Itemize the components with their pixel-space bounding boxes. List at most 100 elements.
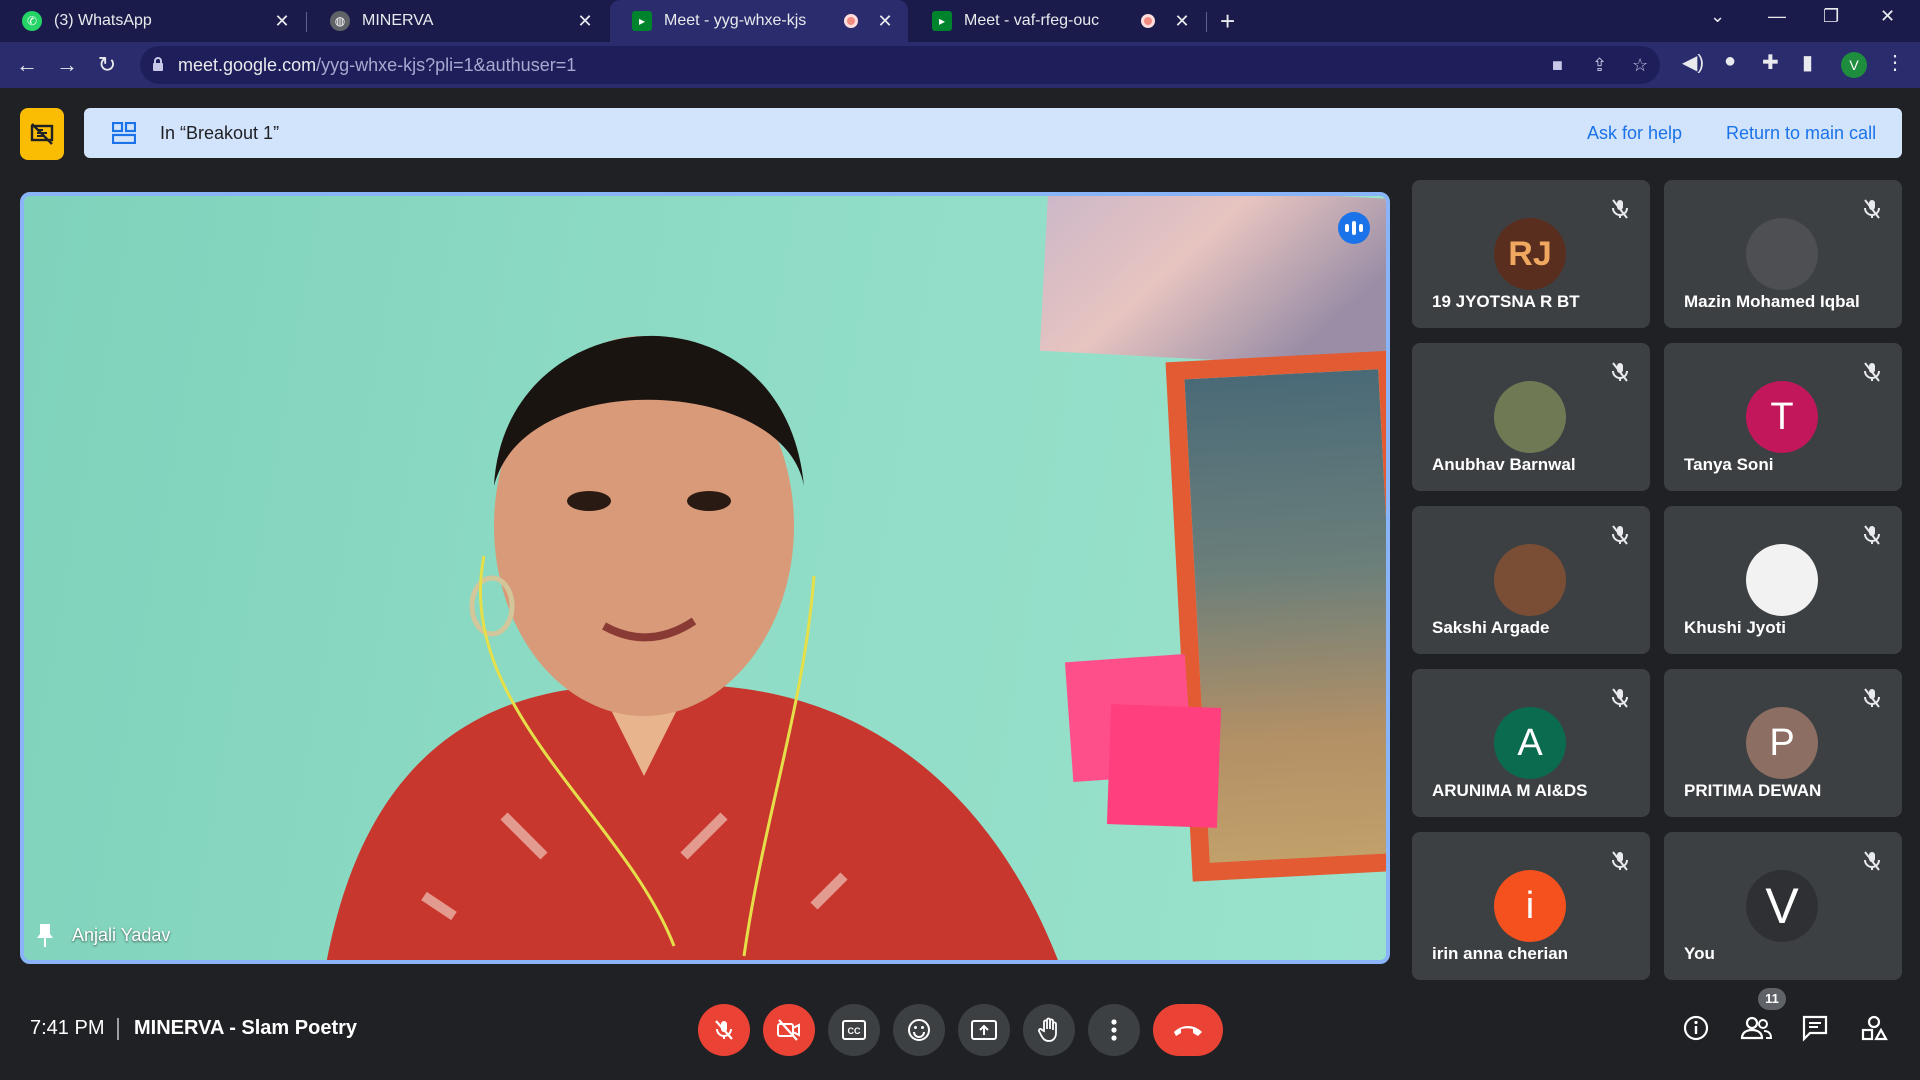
tab-meet-yyg-whxe-kjs[interactable]: ▸ Meet - yyg-whxe-kjs ✕ [610, 0, 908, 42]
meeting-details-icon[interactable] [1682, 1014, 1710, 1042]
meet-icon: ▸ [632, 11, 652, 31]
forward-icon[interactable]: → [52, 50, 82, 80]
avatar: i [1494, 870, 1566, 942]
mic-off-icon [715, 1020, 733, 1040]
microphone-off-button[interactable] [698, 1004, 750, 1056]
avatar [1494, 544, 1566, 616]
mic-muted-icon [1610, 198, 1630, 225]
participant-tile[interactable]: i irin anna cherian [1412, 832, 1650, 980]
participant-name: Khushi Jyoti [1684, 618, 1787, 637]
camera-off-button[interactable] [763, 1004, 815, 1056]
participant-name: irin anna cherian [1432, 944, 1569, 963]
participant-name: Anjali Yadav [72, 924, 171, 945]
maximize-icon[interactable]: ❐ [1823, 6, 1839, 27]
url-text: meet.google.com/yyg-whxe-kjs?pli=1&authu… [178, 55, 577, 75]
avatar: RJ [1494, 218, 1566, 290]
participant-name: 19 JYOTSNA R BT [1432, 292, 1580, 311]
tab-title: Meet - yyg-whxe-kjs [664, 12, 807, 29]
tab-title: (3) WhatsApp [54, 12, 152, 29]
raise-hand-button[interactable] [1023, 1004, 1075, 1056]
participant-count-badge: 11 [1758, 988, 1786, 1010]
tab-minerva[interactable]: ◍ MINERVA ✕ [308, 0, 608, 42]
tab-title: MINERVA [362, 12, 434, 29]
participant-tile[interactable]: V You [1664, 832, 1902, 980]
puzzle-icon[interactable]: ✚ [1762, 50, 1779, 75]
participant-name: PRITIMA DEWAN [1684, 781, 1822, 800]
avatar [1746, 544, 1818, 616]
participant-tile[interactable]: Mazin Mohamed Iqbal [1664, 180, 1902, 328]
camera-blocked-icon[interactable]: ■ [1552, 55, 1563, 76]
participant-tile[interactable]: A ARUNIMA M AI&DS [1412, 669, 1650, 817]
mic-muted-icon [1610, 524, 1630, 551]
ask-for-help-button[interactable]: Ask for help [1587, 123, 1682, 144]
participant-name: Tanya Soni [1684, 455, 1774, 474]
minimize-icon[interactable]: — [1768, 6, 1786, 27]
participant-tile[interactable]: Sakshi Argade [1412, 506, 1650, 654]
participant-name: Anubhav Barnwal [1432, 455, 1576, 474]
present-icon [971, 1020, 997, 1040]
host-controls-badge[interactable] [20, 108, 64, 160]
participant-tile[interactable]: Anubhav Barnwal [1412, 343, 1650, 491]
new-tab-button[interactable]: + [1220, 6, 1235, 37]
back-icon[interactable]: ← [12, 50, 42, 80]
side-panel-icon[interactable]: ▮ [1802, 50, 1813, 75]
present-screen-button[interactable] [958, 1004, 1010, 1056]
more-options-button[interactable] [1088, 1004, 1140, 1056]
meet-icon: ▸ [932, 11, 952, 31]
participant-name: Sakshi Argade [1432, 618, 1550, 637]
leave-call-button[interactable] [1153, 1004, 1223, 1056]
captions-button[interactable]: CC [828, 1004, 880, 1056]
participant-tile[interactable]: Khushi Jyoti [1664, 506, 1902, 654]
tab-whatsapp[interactable]: ✆ (3) WhatsApp ✕ [0, 0, 305, 42]
close-tab-icon[interactable]: ✕ [269, 11, 295, 32]
emoji-icon [908, 1019, 930, 1041]
avatar [1746, 218, 1818, 290]
share-icon[interactable]: ⇪ [1592, 55, 1607, 76]
return-to-main-call-button[interactable]: Return to main call [1726, 123, 1876, 144]
more-vert-icon [1111, 1019, 1117, 1041]
participant-video-person [327, 335, 1058, 960]
meeting-title: MINERVA - Slam Poetry [134, 1017, 358, 1039]
lock-icon [153, 57, 163, 71]
breakout-rooms-icon [112, 122, 136, 144]
tab-title: Meet - vaf-rfeg-ouc [964, 12, 1100, 29]
end-call-icon [1174, 1026, 1202, 1036]
close-tab-icon[interactable]: ✕ [872, 11, 898, 32]
speaker-icon[interactable]: ◀) [1682, 50, 1704, 75]
participant-name: ARUNIMA M AI&DS [1432, 781, 1588, 800]
address-bar[interactable]: meet.google.com/yyg-whxe-kjs?pli=1&authu… [140, 46, 1660, 84]
presentation-off-icon [30, 123, 54, 145]
captions-icon: CC [842, 1020, 866, 1040]
main-video-tile[interactable]: Anjali Yadav [20, 192, 1390, 964]
close-tab-icon[interactable]: ✕ [1169, 11, 1195, 32]
avatar: A [1494, 707, 1566, 779]
bookmark-star-icon[interactable]: ☆ [1632, 55, 1648, 76]
browser-tab-strip: ✆ (3) WhatsApp ✕ ◍ MINERVA ✕ ▸ Meet - yy… [0, 0, 1920, 42]
participant-name: Mazin Mohamed Iqbal [1684, 292, 1860, 311]
activities-icon[interactable] [1860, 1014, 1888, 1042]
participant-tile[interactable]: T Tanya Soni [1664, 343, 1902, 491]
window-close-icon[interactable]: ✕ [1880, 6, 1895, 27]
participant-tile[interactable]: RJ 19 JYOTSNA R BT [1412, 180, 1650, 328]
tab-meet-vaf-rfeg-ouc[interactable]: ▸ Meet - vaf-rfeg-ouc ✕ [910, 0, 1205, 42]
people-icon[interactable] [1740, 1014, 1772, 1042]
reload-icon[interactable]: ↻ [92, 50, 122, 80]
divider [117, 1018, 119, 1040]
profile-avatar[interactable]: V [1841, 52, 1867, 78]
main-video-label: Anjali Yadav [34, 922, 170, 948]
close-tab-icon[interactable]: ✕ [572, 11, 598, 32]
emoji-reaction-button[interactable] [893, 1004, 945, 1056]
avatar: V [1746, 870, 1818, 942]
participant-tile[interactable]: P PRITIMA DEWAN [1664, 669, 1902, 817]
extension-icon[interactable]: ● [1724, 50, 1736, 73]
chat-icon[interactable] [1801, 1014, 1829, 1042]
tab-search-icon[interactable]: ⌄ [1710, 6, 1725, 27]
sticky-note [1106, 704, 1222, 828]
mic-muted-icon [1862, 687, 1882, 714]
camera-off-icon [777, 1019, 800, 1041]
avatar: T [1746, 381, 1818, 453]
menu-icon[interactable]: ⋮ [1885, 50, 1905, 75]
pin-icon[interactable] [34, 922, 56, 948]
browser-toolbar: ← → ↻ meet.google.com/yyg-whxe-kjs?pli=1… [0, 42, 1920, 88]
clock: 7:41 PM [30, 1017, 105, 1039]
